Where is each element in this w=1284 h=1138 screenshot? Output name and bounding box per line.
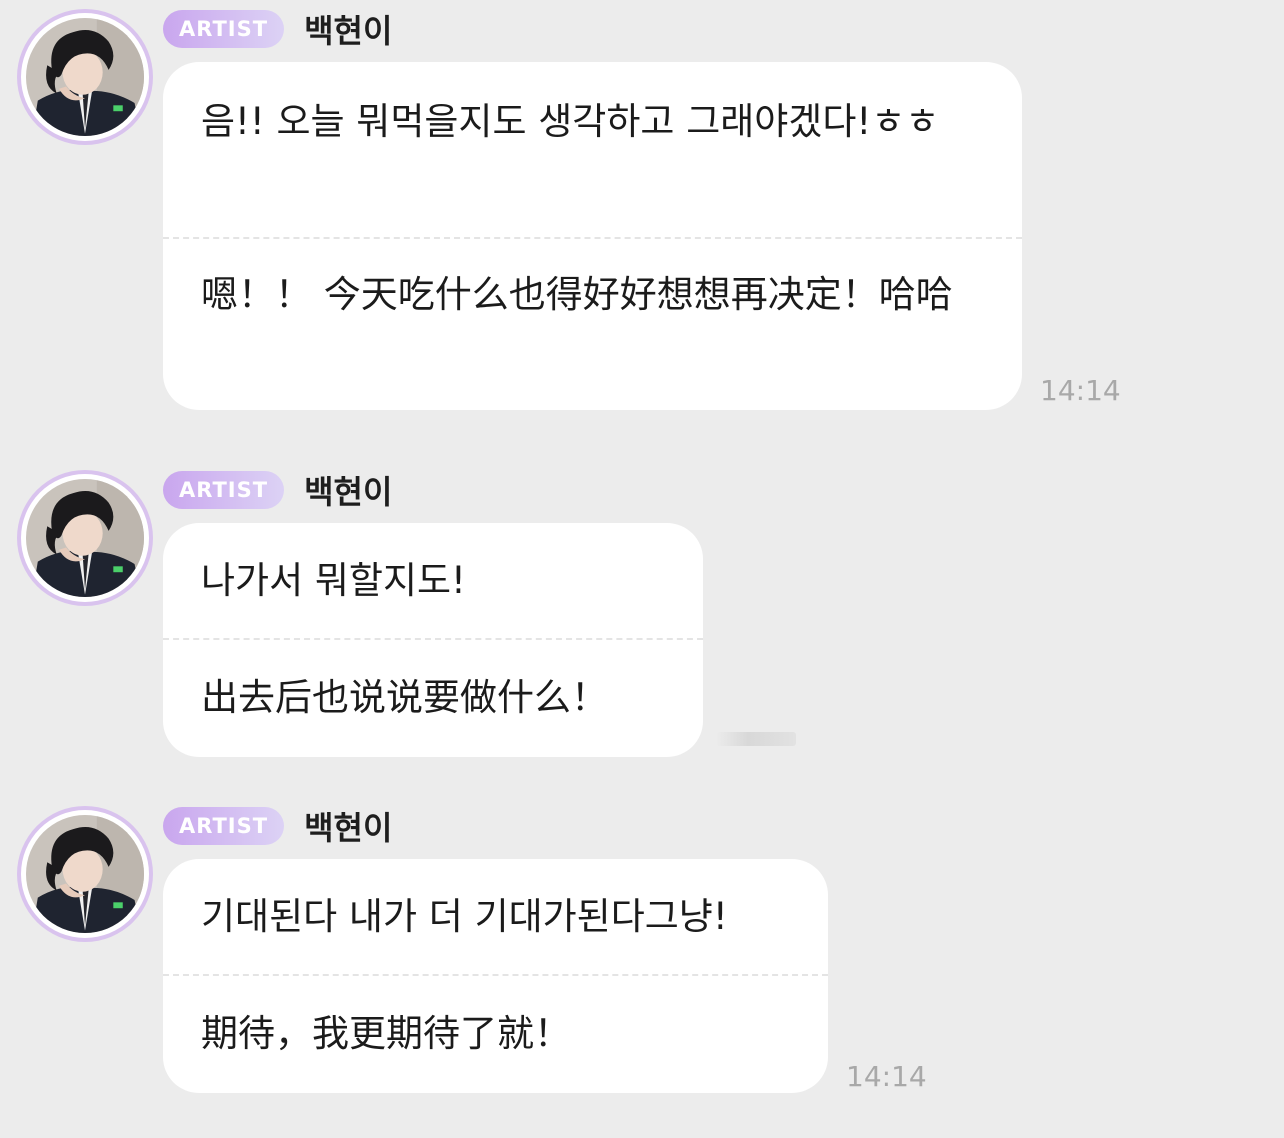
author-name: 백현이 bbox=[304, 12, 393, 50]
chat-message: ARTIST 백현이 기대된다 내가 더 기대가된다그냥! 期待，我更期待了就！… bbox=[0, 797, 1284, 1117]
original-text: 나가서 뭐할지도! bbox=[201, 559, 466, 602]
profile-photo-icon bbox=[26, 815, 144, 933]
artist-badge: ARTIST bbox=[163, 471, 285, 509]
avatar[interactable] bbox=[17, 470, 153, 606]
author-name: 백현이 bbox=[304, 809, 393, 847]
message-bubble[interactable]: 나가서 뭐할지도! 出去后也说说要做什么！ bbox=[163, 523, 703, 757]
message-bubble[interactable]: 음!! 오늘 뭐먹을지도 생각하고 그래야겠다!ㅎㅎ 嗯！！ 今天吃什么也得好好… bbox=[163, 62, 1022, 410]
timestamp: 14:14 bbox=[846, 1060, 927, 1093]
message-header: ARTIST 백현이 bbox=[163, 10, 392, 50]
message-header: ARTIST 백현이 bbox=[163, 807, 392, 847]
author-name: 백현이 bbox=[304, 473, 393, 511]
message-header: ARTIST 백현이 bbox=[163, 471, 392, 511]
original-text: 음!! 오늘 뭐먹을지도 생각하고 그래야겠다!ㅎㅎ bbox=[201, 100, 940, 143]
artist-badge: ARTIST bbox=[163, 10, 285, 48]
timestamp: 14:14 bbox=[1040, 374, 1121, 407]
avatar[interactable] bbox=[17, 9, 153, 145]
message-bubble[interactable]: 기대된다 내가 더 기대가된다그냥! 期待，我更期待了就！ bbox=[163, 859, 828, 1093]
avatar[interactable] bbox=[17, 806, 153, 942]
chat-message: ARTIST 백현이 나가서 뭐할지도! 出去后也说说要做什么！ bbox=[0, 461, 1284, 771]
artist-badge: ARTIST bbox=[163, 807, 285, 845]
profile-photo-icon bbox=[26, 479, 144, 597]
translation-text: 嗯！！ 今天吃什么也得好好想想再决定！哈哈 bbox=[201, 273, 953, 316]
original-text: 기대된다 내가 더 기대가된다그냥! bbox=[201, 895, 728, 938]
timestamp-placeholder bbox=[716, 732, 796, 746]
chat-message: ARTIST 백현이 음!! 오늘 뭐먹을지도 생각하고 그래야겠다!ㅎㅎ 嗯！… bbox=[0, 0, 1284, 420]
translation-text: 期待，我更期待了就！ bbox=[201, 1012, 571, 1055]
translation-text: 出去后也说说要做什么！ bbox=[201, 676, 608, 719]
profile-photo-icon bbox=[26, 18, 144, 136]
